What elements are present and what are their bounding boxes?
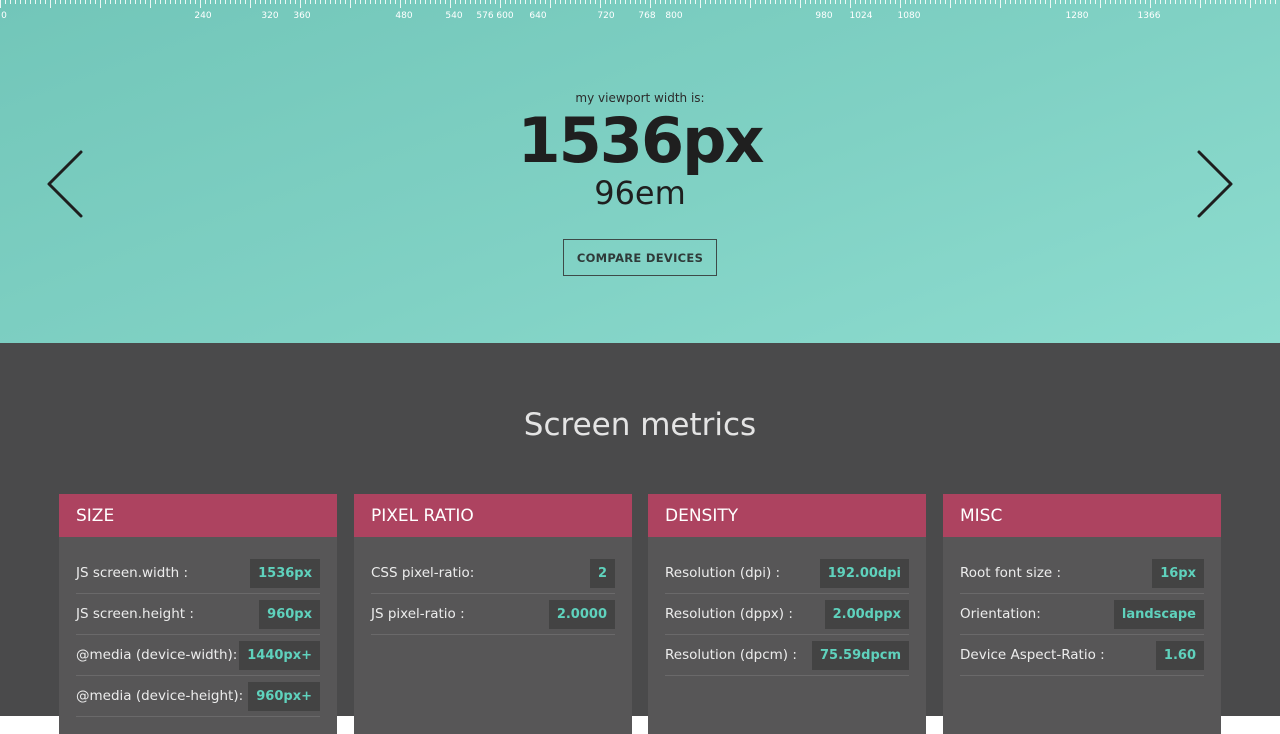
viewport-width-px: 1536px xyxy=(517,104,765,177)
metric-value: 75.59dpcm xyxy=(812,640,909,670)
section-title: Screen metrics xyxy=(523,407,757,443)
card-title: SIZE xyxy=(59,494,337,537)
ruler-label: 1280 xyxy=(1065,11,1089,21)
metric-row: Orientation: landscape xyxy=(960,594,1204,635)
metric-value: 960px xyxy=(259,599,320,629)
metric-label: JS pixel-ratio : xyxy=(371,606,465,622)
metric-value: 2 xyxy=(589,558,615,588)
metric-row: Resolution (dpi) : 192.00dpi xyxy=(665,553,909,594)
metric-value: 2.0000 xyxy=(548,599,615,629)
metric-value: 1440px+ xyxy=(239,640,320,670)
card-title: PIXEL RATIO xyxy=(354,494,632,537)
metric-value: 192.00dpi xyxy=(819,558,909,588)
metric-label: Resolution (dppx) : xyxy=(665,606,793,622)
metric-row: Root font size : 16px xyxy=(960,553,1204,594)
metric-row: JS screen.width : 1536px xyxy=(76,553,320,594)
metric-row: Resolution (dppx) : 2.00dppx xyxy=(665,594,909,635)
card-title: DENSITY xyxy=(648,494,926,537)
metric-value: 16px xyxy=(1152,558,1204,588)
metric-label: @media (device-height): xyxy=(76,688,244,704)
hero-section: 0 240 320 360 480 540 576 600 640 720 76… xyxy=(0,0,1280,343)
ruler-label: 360 xyxy=(293,11,311,21)
card-title: MISC xyxy=(943,494,1221,537)
metric-row: Device Aspect-Ratio : 1.60 xyxy=(960,635,1204,676)
ruler-label: 1024 xyxy=(849,11,873,21)
ruler-label: 0 xyxy=(1,11,7,21)
density-card: DENSITY Resolution (dpi) : 192.00dpi Res… xyxy=(648,494,926,734)
compare-devices-button[interactable]: COMPARE DEVICES xyxy=(563,239,717,276)
ruler-label: 480 xyxy=(395,11,413,21)
metric-row: Resolution (dpcm) : 75.59dpcm xyxy=(665,635,909,676)
metric-label: CSS pixel-ratio: xyxy=(371,565,475,581)
metric-row: @media (device-width): 1440px+ xyxy=(76,635,320,676)
ruler-label: 980 xyxy=(815,11,833,21)
viewport-ruler: 0 240 320 360 480 540 576 600 640 720 76… xyxy=(0,0,1280,28)
ruler-label: 540 xyxy=(445,11,463,21)
metric-label: Orientation: xyxy=(960,606,1041,622)
ruler-label: 576 xyxy=(476,11,494,21)
ruler-label: 800 xyxy=(665,11,683,21)
ruler-label: 720 xyxy=(597,11,615,21)
metric-label: JS screen.height : xyxy=(76,606,194,622)
ruler-label: 1366 xyxy=(1137,11,1161,21)
metric-label: Root font size : xyxy=(960,565,1062,581)
metric-label: Resolution (dpi) : xyxy=(665,565,781,581)
pixel-ratio-card: PIXEL RATIO CSS pixel-ratio: 2 JS pixel-… xyxy=(354,494,632,734)
metric-row: JS pixel-ratio : 2.0000 xyxy=(371,594,615,635)
metric-label: @media (device-width): xyxy=(76,647,238,663)
viewport-width-em: 96em xyxy=(594,174,686,212)
metric-value: 2.00dppx xyxy=(824,599,909,629)
metric-row: CSS pixel-ratio: 2 xyxy=(371,553,615,594)
metric-label: Resolution (dpcm) : xyxy=(665,647,797,663)
metric-value: 1536px xyxy=(250,558,320,588)
ruler-label: 768 xyxy=(638,11,656,21)
ruler-label: 600 xyxy=(496,11,514,21)
ruler-label: 1080 xyxy=(897,11,921,21)
ruler-label: 240 xyxy=(194,11,212,21)
metrics-section: Screen metrics SIZE JS screen.width : 15… xyxy=(0,343,1280,734)
metric-label: Device Aspect-Ratio : xyxy=(960,647,1105,663)
metric-value: 1.60 xyxy=(1155,640,1204,670)
ruler-label: 320 xyxy=(261,11,279,21)
metric-row: @media (device-height): 960px+ xyxy=(76,676,320,717)
metric-label: JS screen.width : xyxy=(76,565,189,581)
misc-card: MISC Root font size : 16px Orientation: … xyxy=(943,494,1221,734)
metric-row: JS screen.height : 960px xyxy=(76,594,320,635)
viewport-caption: my viewport width is: xyxy=(575,91,705,105)
metric-value: 960px+ xyxy=(248,681,320,711)
ruler-label: 640 xyxy=(529,11,547,21)
metric-value: landscape xyxy=(1113,599,1204,629)
size-card: SIZE JS screen.width : 1536px JS screen.… xyxy=(59,494,337,734)
